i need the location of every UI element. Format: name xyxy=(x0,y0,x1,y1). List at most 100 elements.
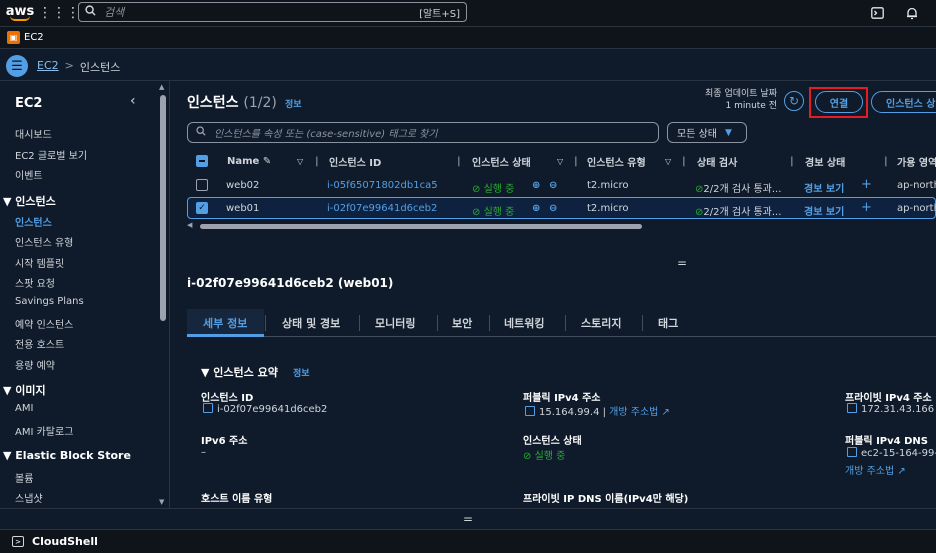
select-all-checkbox[interactable] xyxy=(196,155,208,167)
public-dns-text: ec2-15-164-99- xyxy=(861,448,936,459)
breadcrumb-ec2[interactable]: EC2 xyxy=(37,59,59,75)
col-divider: | xyxy=(884,156,888,167)
public-dns-label: 퍼블릭 IPv4 DNS xyxy=(845,436,928,447)
col-alarm-status[interactable]: 경보 상태 xyxy=(805,154,845,169)
sort-icon[interactable]: ▽ xyxy=(557,157,563,166)
tab-status-alarms[interactable]: 상태 및 경보 xyxy=(282,315,340,331)
services-grid-icon[interactable]: ⋮⋮⋮ xyxy=(38,2,80,24)
copy-icon[interactable] xyxy=(847,447,857,457)
row-alarm-link[interactable]: 경보 보기 xyxy=(804,180,844,195)
copy-icon[interactable] xyxy=(203,403,213,413)
sidebar-section-ebs[interactable]: ▼ Elastic Block Store xyxy=(3,449,131,462)
cloudshell-bar[interactable]: > CloudShell xyxy=(0,529,936,553)
sort-icon[interactable]: ▽ xyxy=(665,157,671,166)
sidebar-section-images[interactable]: ▼ 이미지 xyxy=(3,382,46,398)
tab-networking[interactable]: 네트워킹 xyxy=(504,315,544,331)
col-instance-type[interactable]: 인스턴스 유형 xyxy=(587,154,646,169)
col-name[interactable]: Name ✎ xyxy=(227,156,271,167)
bell-icon[interactable] xyxy=(903,4,921,22)
scrollbar-thumb[interactable] xyxy=(160,95,166,321)
tab-monitoring[interactable]: 모니터링 xyxy=(375,315,415,331)
table-row[interactable]: web02 i-05f65071802db1ca5 ⊘ 실행 중 ⊕ ⊖ t2.… xyxy=(187,175,936,197)
ec2-service-icon[interactable]: ▣ xyxy=(7,31,20,44)
col-name-label: Name xyxy=(227,156,260,167)
sidebar-item-reserved-instances[interactable]: 예약 인스턴스 xyxy=(15,316,73,331)
global-search-input[interactable]: 검색 [알트+S] xyxy=(78,2,467,22)
sidebar-title: EC2 xyxy=(15,96,43,111)
sidebar-item-savings-plans[interactable]: Savings Plans xyxy=(15,296,84,307)
copy-icon[interactable] xyxy=(525,406,535,416)
tab-storage[interactable]: 스토리지 xyxy=(581,315,621,331)
scroll-up-icon[interactable]: ▲ xyxy=(159,83,164,91)
tab-details[interactable]: 세부 정보 xyxy=(203,315,247,331)
instances-count: (1/2) xyxy=(243,95,277,111)
col-availability-zone[interactable]: 가용 영역 xyxy=(897,154,936,169)
cloudshell-label[interactable]: CloudShell xyxy=(32,535,98,548)
sidebar-item-spot-requests[interactable]: 스팟 요청 xyxy=(15,275,55,290)
row-instance-id[interactable]: i-02f07e99641d6ceb2 xyxy=(327,203,437,214)
sidebar-item-dedicated-hosts[interactable]: 전용 호스트 xyxy=(15,336,64,351)
public-dns-open-address[interactable]: 개방 주소법 ↗ xyxy=(845,462,906,477)
sidebar-item-ami-catalog[interactable]: AMI 카탈로그 xyxy=(15,423,73,438)
zoom-in-icon[interactable]: ⊕ xyxy=(532,180,540,191)
add-alarm-icon[interactable]: + xyxy=(861,200,872,215)
summary-info-link[interactable]: 정보 xyxy=(293,366,310,379)
sidebar-item-ami[interactable]: AMI xyxy=(15,403,33,414)
sidebar: EC2 ‹ 대시보드 EC2 글로벌 보기 이벤트 ▼ 인스턴스 인스턴스 인스… xyxy=(0,81,170,508)
menu-icon[interactable]: ☰ xyxy=(6,55,28,77)
drag-handle-icon[interactable]: = xyxy=(677,257,687,269)
connect-button[interactable]: 연결 xyxy=(815,91,863,113)
sort-icon[interactable]: ▽ xyxy=(297,157,303,166)
sidebar-item-instances[interactable]: 인스턴스 xyxy=(15,214,52,229)
sidebar-item-volumes[interactable]: 볼륨 xyxy=(15,470,33,485)
instances-info-link[interactable]: 정보 xyxy=(285,97,302,110)
open-address-link[interactable]: 개방 주소법 xyxy=(609,407,658,418)
col-status-check[interactable]: 상태 검사 xyxy=(697,154,737,169)
collapse-sidebar-icon[interactable]: ‹ xyxy=(130,93,136,109)
row-alarm-link[interactable]: 경보 보기 xyxy=(804,203,844,218)
sidebar-item-events[interactable]: 이벤트 xyxy=(15,167,43,182)
sidebar-item-global-view[interactable]: EC2 글로벌 보기 xyxy=(15,147,87,162)
add-alarm-icon[interactable]: + xyxy=(861,177,872,192)
sidebar-item-capacity-reservations[interactable]: 용량 예약 xyxy=(15,357,55,372)
instance-filter-input[interactable]: 인스턴스를 속성 또는 (case-sensitive) 태그로 찾기 xyxy=(187,122,659,143)
public-ipv4-text: 15.164.99.4 xyxy=(539,407,600,418)
sidebar-item-dashboard[interactable]: 대시보드 xyxy=(15,126,52,141)
zoom-in-icon[interactable]: ⊕ xyxy=(532,203,540,214)
table-row-selected[interactable]: ✓ web01 i-02f07e99641d6ceb2 ⊘ 실행 중 ⊕ ⊖ t… xyxy=(187,197,936,219)
aws-logo[interactable]: aws xyxy=(0,5,40,21)
tab-security[interactable]: 보안 xyxy=(452,315,472,331)
row-checkbox-checked[interactable]: ✓ xyxy=(196,202,208,214)
scroll-down-icon[interactable]: ▼ xyxy=(159,498,164,506)
sidebar-item-launch-templates[interactable]: 시작 템플릿 xyxy=(15,255,64,270)
sidebar-item-snapshots[interactable]: 스냅샷 xyxy=(15,490,43,505)
col-instance-id[interactable]: 인스턴스 ID xyxy=(329,154,381,169)
row-instance-id[interactable]: i-05f65071802db1ca5 xyxy=(327,180,438,191)
summary-title[interactable]: ▼ 인스턴스 요약 xyxy=(201,364,278,380)
sidebar-scrollbar[interactable]: ▲ ▼ xyxy=(158,81,168,508)
col-instance-state[interactable]: 인스턴스 상태 xyxy=(472,154,531,169)
scrollbar-thumb[interactable] xyxy=(200,224,642,229)
tab-tags[interactable]: 태그 xyxy=(658,315,678,331)
panel-splitter[interactable]: = xyxy=(172,257,936,269)
table-horizontal-scrollbar[interactable]: ◀ xyxy=(187,221,936,231)
open-address-link-2[interactable]: 개방 주소법 xyxy=(845,466,894,477)
cloudshell-icon[interactable] xyxy=(868,4,886,22)
scroll-left-icon[interactable]: ◀ xyxy=(187,221,192,229)
refresh-icon[interactable]: ↻ xyxy=(784,91,804,111)
bottom-splitter[interactable]: = xyxy=(0,508,936,529)
zoom-out-icon[interactable]: ⊖ xyxy=(549,203,557,214)
row-check-text: 2/2개 검사 통과... xyxy=(703,207,782,218)
drag-handle-icon[interactable]: = xyxy=(463,512,473,526)
external-link-icon[interactable]: ↗ xyxy=(662,407,670,418)
row-status-check: ⊘2/2개 검사 통과... xyxy=(695,180,781,195)
sidebar-section-instances[interactable]: ▼ 인스턴스 xyxy=(3,193,56,209)
external-link-icon[interactable]: ↗ xyxy=(897,466,905,477)
zoom-out-icon[interactable]: ⊖ xyxy=(549,180,557,191)
service-name[interactable]: EC2 xyxy=(24,32,44,43)
instance-state-button[interactable]: 인스턴스 상태 xyxy=(871,91,936,113)
state-filter-select[interactable]: 모든 상태 ▼ xyxy=(667,122,747,143)
sidebar-item-instance-types[interactable]: 인스턴스 유형 xyxy=(15,234,73,249)
row-checkbox[interactable] xyxy=(196,179,208,191)
copy-icon[interactable] xyxy=(847,403,857,413)
